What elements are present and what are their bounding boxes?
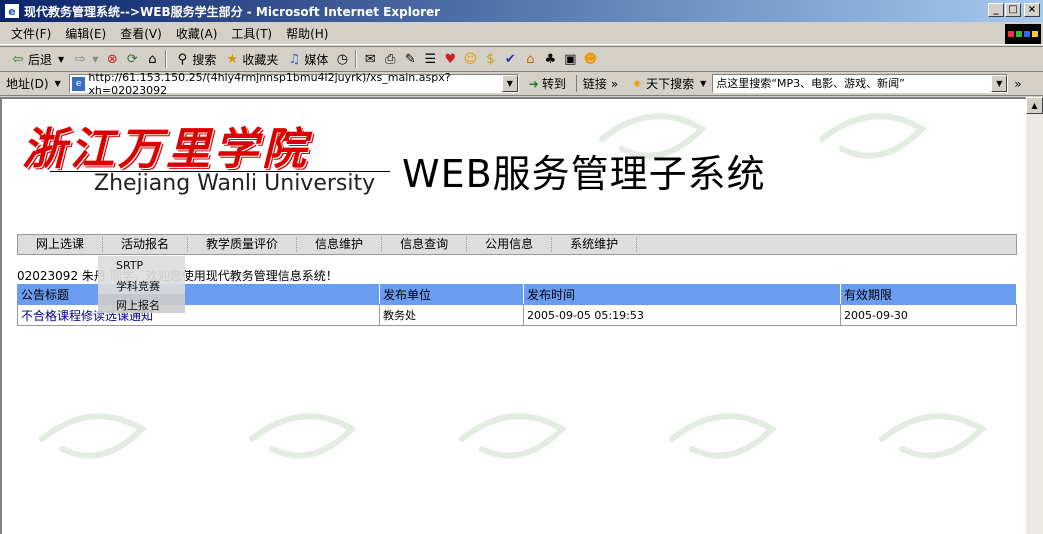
print-icon[interactable]: ⎙	[380, 49, 400, 69]
column-header-expires: 有效期限	[840, 284, 1017, 305]
column-header-title: 公告标题	[17, 284, 380, 305]
favorites-button[interactable]: ★ 收藏夹	[220, 48, 282, 70]
toolbar: ⇦ 后退 ▼ ⇨ ▼ ⊗ ⟳ ⌂ ⚲ 搜索 ★ 收藏夹 ♫ 媒体 ◷ ✉ ⎙ ✎…	[0, 46, 1043, 72]
house-icon[interactable]: ⌂	[520, 49, 540, 69]
favorites-icon: ★	[226, 51, 239, 67]
back-arrow-icon: ⇦	[12, 51, 24, 67]
links-button[interactable]: 链接	[575, 75, 607, 92]
favorites-label: 收藏夹	[242, 52, 279, 67]
home-icon[interactable]: ⌂	[142, 49, 162, 69]
menu-help[interactable]: 帮助(H)	[279, 25, 335, 42]
tianxia-search-label[interactable]: ✷ 天下搜索	[632, 75, 694, 92]
messenger-icon[interactable]: ♥	[440, 49, 460, 69]
back-button[interactable]: ⇦ 后退 ▼	[6, 48, 68, 70]
money-icon[interactable]: $	[480, 49, 500, 69]
media-label: 媒体	[304, 52, 329, 67]
nav-public-info[interactable]: 公用信息	[467, 237, 553, 252]
column-header-unit: 发布单位	[379, 284, 524, 305]
close-button[interactable]: ×	[1024, 3, 1040, 17]
notice-title-link[interactable]: 不合格课程修读选课通知	[17, 304, 380, 326]
address-bar: 地址(D) ▼ e http://61.153.150.25/(4hiy4rmj…	[0, 71, 1043, 97]
title-bar: e 现代教务管理系统-->WEB服务学生部分 - Microsoft Inter…	[0, 0, 1043, 22]
discuss-icon[interactable]: ☰	[420, 49, 440, 69]
chevron-right-icon[interactable]: »	[611, 77, 618, 91]
dropdown-item-competition[interactable]: 学科竞赛	[98, 275, 185, 294]
forward-button[interactable]: ⇨ ▼	[68, 48, 102, 70]
sparkle-icon: ✷	[632, 77, 643, 91]
history-icon[interactable]: ◷	[332, 49, 352, 69]
menu-file[interactable]: 文件(F)	[4, 25, 58, 42]
minimize-button[interactable]: _	[988, 3, 1004, 17]
page-content: 浙江万里学院 Zhejiang Wanli University WEB服务管理…	[0, 97, 1026, 534]
nav-online-course-selection[interactable]: 网上选课	[18, 237, 104, 252]
address-label: 地址(D)	[6, 77, 49, 91]
activity-dropdown-menu: SRTP 学科竞赛 网上报名	[98, 256, 185, 313]
notice-expires: 2005-09-30	[840, 304, 1017, 326]
web-search-input[interactable]: 点这里搜索“MP3、电影、游戏、新闻” ▼	[712, 74, 1009, 93]
mailbox-icon[interactable]: ▣	[560, 49, 580, 69]
check-icon[interactable]: ✔	[500, 49, 520, 69]
nav-activity-registration[interactable]: 活动报名	[103, 237, 189, 252]
edit-icon[interactable]: ✎	[400, 49, 420, 69]
window-controls: _ □ ×	[988, 3, 1040, 17]
nav-info-query[interactable]: 信息查询	[382, 237, 468, 252]
page-icon: e	[71, 76, 86, 91]
go-arrow-icon: ➜	[528, 76, 539, 91]
address-input[interactable]: e http://61.153.150.25/(4hiy4rmjnnsp1bmu…	[68, 71, 519, 97]
toolbar-separator	[355, 50, 358, 68]
menu-edit[interactable]: 编辑(E)	[58, 25, 113, 42]
media-button[interactable]: ♫ 媒体	[282, 48, 332, 70]
menu-bar: 文件(F) 编辑(E) 查看(V) 收藏(A) 工具(T) 帮助(H)	[0, 22, 1043, 45]
menu-view[interactable]: 查看(V)	[113, 25, 169, 42]
media-icon: ♫	[288, 51, 301, 67]
dropdown-item-srtp[interactable]: SRTP	[98, 256, 185, 275]
go-button[interactable]: ➜ 转到	[529, 75, 566, 92]
ie-icon: e	[4, 3, 20, 19]
menu-tools[interactable]: 工具(T)	[224, 25, 279, 42]
qq-icon[interactable]: ♣	[540, 49, 560, 69]
vertical-scrollbar[interactable]: ▲	[1026, 97, 1043, 534]
chevron-down-icon[interactable]: ▼	[58, 55, 64, 64]
address-dropdown-button[interactable]: ▼	[501, 75, 518, 92]
chevron-down-icon[interactable]: ▼	[700, 79, 706, 88]
university-logo-english: Zhejiang Wanli University	[94, 171, 376, 196]
window-title: 现代教务管理系统-->WEB服务学生部分 - Microsoft Interne…	[24, 4, 441, 19]
maximize-button[interactable]: □	[1005, 3, 1021, 17]
forward-arrow-icon: ⇨	[74, 51, 86, 67]
search-label: 搜索	[192, 52, 217, 67]
smiley-icon[interactable]: ☺	[460, 49, 480, 69]
chevron-right-icon[interactable]: »	[1014, 77, 1021, 91]
refresh-icon[interactable]: ⟳	[122, 49, 142, 69]
search-placeholder: 点这里搜索“MP3、电影、游戏、新闻”	[716, 77, 905, 90]
menu-favorites[interactable]: 收藏(A)	[169, 25, 225, 42]
notice-time: 2005-09-05 05:19:53	[523, 304, 841, 326]
nav-teaching-evaluation[interactable]: 教学质量评价	[188, 237, 298, 252]
go-label: 转到	[541, 77, 566, 91]
windows-logo	[1005, 24, 1041, 44]
stop-icon[interactable]: ⊗	[102, 49, 122, 69]
university-logo-chinese: 浙江万里学院	[22, 124, 310, 175]
system-title: WEB服务管理子系统	[402, 152, 766, 196]
dropdown-item-online-registration[interactable]: 网上报名	[98, 294, 185, 313]
search-dropdown-button[interactable]: ▼	[991, 75, 1008, 92]
nav-system-maintenance[interactable]: 系统维护	[552, 237, 638, 252]
mail-icon[interactable]: ✉	[360, 49, 380, 69]
student-id: 02023092	[17, 269, 79, 283]
chevron-down-icon[interactable]: ▼	[92, 55, 98, 64]
search-button[interactable]: ⚲ 搜索	[170, 48, 220, 70]
toolbar-separator	[165, 50, 168, 68]
back-label: 后退	[28, 52, 53, 67]
chevron-down-icon: ▼	[54, 79, 61, 88]
notice-unit: 教务处	[379, 304, 524, 326]
address-url: http://61.153.150.25/(4hiy4rmjnnsp1bmu4l…	[88, 70, 451, 97]
face-icon[interactable]: ☻	[580, 49, 600, 69]
column-header-time: 发布时间	[523, 284, 841, 305]
nav-info-maintenance[interactable]: 信息维护	[297, 237, 383, 252]
search-icon: ⚲	[177, 51, 188, 67]
scroll-up-button[interactable]: ▲	[1026, 97, 1043, 114]
main-nav: 网上选课 活动报名 教学质量评价 信息维护 信息查询 公用信息 系统维护	[17, 234, 1017, 255]
